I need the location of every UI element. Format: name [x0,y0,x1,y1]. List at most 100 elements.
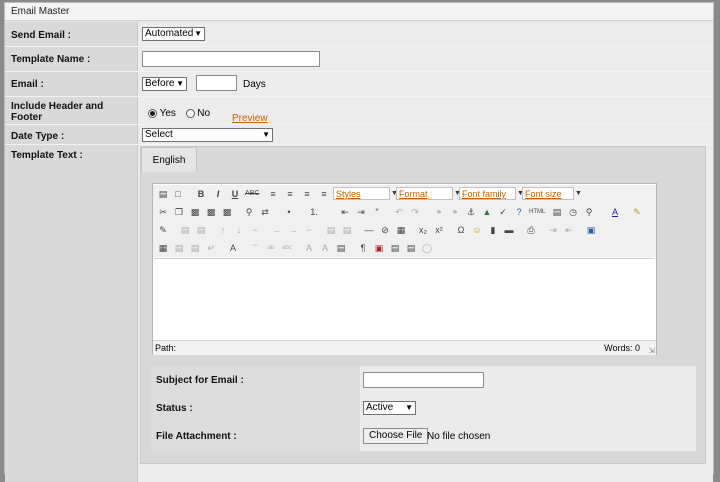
find-icon[interactable]: ⚲ [243,206,255,218]
preview-icon[interactable]: ⚲ [583,206,595,218]
blockquote-icon[interactable]: “ [371,206,383,218]
row-divider [5,96,713,97]
fullscreen-icon[interactable]: ▣ [585,224,597,236]
media-icon[interactable]: ▮ [487,224,499,236]
absolute-position-icon[interactable]: ↵ [205,242,217,254]
page-break-icon[interactable]: ▬ [503,224,515,236]
redo-icon[interactable]: ↷ [409,206,421,218]
paste-icon[interactable]: ▩ [189,206,201,218]
cite-icon[interactable]: "" [249,242,261,254]
insert-row-after-icon[interactable]: ↓ [233,224,245,236]
align-left-icon[interactable]: ≡ [267,188,279,200]
replace-icon[interactable]: ⇄ [259,206,271,218]
template-icon[interactable]: ▣ [373,242,385,254]
insert-col-after-icon[interactable]: → [287,224,299,236]
save-icon[interactable]: ▤ [157,188,169,200]
bullet-list-icon[interactable]: • [283,206,295,218]
print-icon[interactable]: ⎙ [525,224,537,236]
outdent-icon[interactable]: ⇤ [339,206,351,218]
strikethrough-icon[interactable]: ABC [245,188,259,200]
choose-file-button[interactable]: Choose File [363,428,429,444]
send-email-select[interactable]: Automated ▼ [142,27,205,41]
date-type-select[interactable]: Select ▼ [142,128,273,142]
email-when-select[interactable]: Before ▼ [142,77,187,91]
text-color-icon[interactable]: A [609,206,621,218]
nonbreaking-icon[interactable]: ▤ [405,242,417,254]
indent-icon[interactable]: ⇥ [355,206,367,218]
editor-content-area[interactable] [154,258,655,341]
font-size-dropdown[interactable]: Font size ▼ [522,187,582,200]
delete-col-icon[interactable]: − [303,224,315,236]
table-row-icon[interactable]: ▤ [179,224,191,236]
insert-layer-icon[interactable]: ▦ [157,242,169,254]
font-family-dropdown[interactable]: Font family ▼ [459,187,524,200]
template-name-input[interactable] [142,51,320,67]
insert-row-before-icon[interactable]: ↑ [217,224,229,236]
styleprops-icon[interactable]: A [227,242,239,254]
cleanup-icon[interactable]: ✓ [497,206,509,218]
delete-row-icon[interactable]: − [249,224,261,236]
chevron-down-icon: ▼ [194,29,202,38]
days-input[interactable] [196,75,237,91]
font-size-dropdown-label: Font size [525,189,562,199]
move-forward-icon[interactable]: ▤ [173,242,185,254]
link-icon[interactable]: ⚭ [433,206,445,218]
numbered-list-icon[interactable]: 1. [308,206,320,218]
ltr-icon[interactable]: ⇥ [547,224,559,236]
radio-yes[interactable] [148,108,157,118]
special-char-icon[interactable]: Ω [455,224,467,236]
split-cells-icon[interactable]: ▤ [325,224,337,236]
subject-input[interactable] [363,372,484,388]
emoticon-icon[interactable]: ☺ [471,224,483,236]
new-document-icon[interactable]: □ [172,188,184,200]
pagebreak-2-icon[interactable]: ◯ [421,242,433,254]
underline-icon[interactable]: U [229,188,241,200]
status-select[interactable]: Active ▼ [363,401,416,415]
horizontal-rule-icon[interactable]: — [363,224,375,236]
editor-toolbar-row-1: ▤ □ B I U ABC ≡ ≡ ≡ ≡ Styles ▼ Format ▼ Fo… [153,185,656,203]
attribs-icon[interactable]: ▤ [335,242,347,254]
chevron-down-icon: ▼ [575,190,582,197]
bold-icon[interactable]: B [195,188,207,200]
move-backward-icon[interactable]: ▤ [189,242,201,254]
html-source-icon[interactable]: HTML [529,206,545,218]
copy-icon[interactable]: ❐ [173,206,185,218]
remove-format-icon[interactable]: ⊘ [379,224,391,236]
acronym-icon[interactable]: abc [281,242,293,254]
tab-english[interactable]: English [141,147,197,172]
edit-icon[interactable]: ✎ [157,224,169,236]
align-justify-icon[interactable]: ≡ [318,188,330,200]
visual-aid-icon[interactable]: ▦ [395,224,407,236]
blockformat-icon[interactable]: ▤ [389,242,401,254]
align-right-icon[interactable]: ≡ [301,188,313,200]
format-dropdown[interactable]: Format ▼ [396,187,461,200]
insert-date-icon[interactable]: ▤ [551,206,563,218]
superscript-icon[interactable]: x² [433,224,445,236]
help-icon[interactable]: ? [513,206,525,218]
resize-handle-icon[interactable]: ⇲ [648,344,655,358]
del-icon[interactable]: A [303,242,315,254]
status-label: Status : [156,403,193,414]
insert-col-before-icon[interactable]: ← [271,224,283,236]
unlink-icon[interactable]: ⚭ [449,206,461,218]
undo-icon[interactable]: ↶ [393,206,405,218]
radio-no[interactable] [185,108,195,118]
highlight-color-icon[interactable]: ✎ [631,206,643,218]
align-center-icon[interactable]: ≡ [284,188,296,200]
styles-dropdown[interactable]: Styles ▼ [333,187,398,200]
rtl-icon[interactable]: ⇤ [563,224,575,236]
visual-chars-icon[interactable]: ¶ [357,242,369,254]
table-cell-icon[interactable]: ▤ [195,224,207,236]
abbr-icon[interactable]: ab [265,242,277,254]
anchor-icon[interactable]: ⚓ [465,206,477,218]
image-icon[interactable]: ▲ [481,206,493,218]
insert-time-icon[interactable]: ◷ [567,206,579,218]
ins-icon[interactable]: A [319,242,331,254]
merge-cells-icon[interactable]: ▤ [341,224,353,236]
italic-icon[interactable]: I [212,188,224,200]
subscript-icon[interactable]: x₂ [417,224,429,236]
paste-text-icon[interactable]: ▩ [205,206,217,218]
cut-icon[interactable]: ✂ [157,206,169,218]
paste-word-icon[interactable]: ▩ [221,206,233,218]
preview-link[interactable]: Preview [232,113,268,124]
